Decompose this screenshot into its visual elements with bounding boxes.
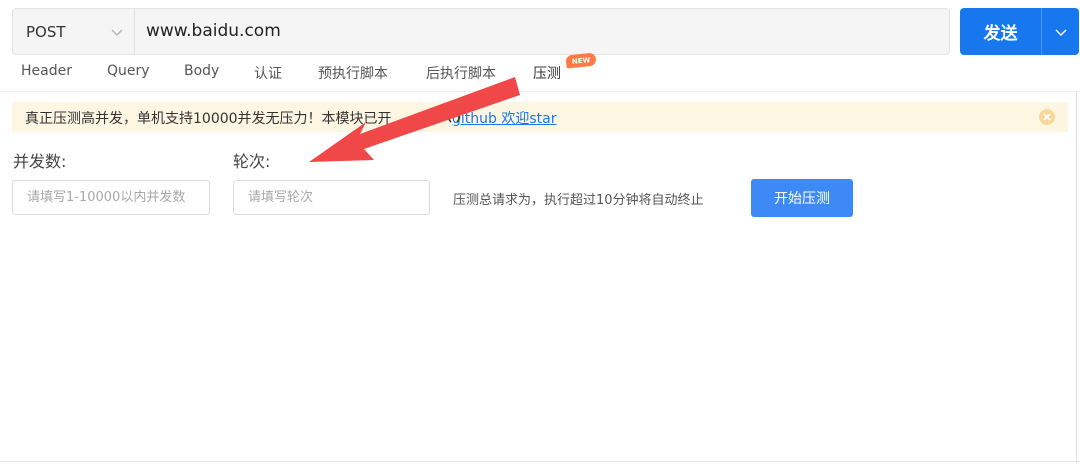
concurrency-label: 并发数: [13,152,67,171]
alert-message: 真正压测高并发，单机支持10000并发无压力！本模块已开 [25,111,392,127]
method-select[interactable]: POST [13,9,135,54]
github-link[interactable]: github 欢迎star [452,108,556,128]
tabs-divider [0,91,1080,92]
tab-header[interactable]: Header [21,63,72,79]
rounds-input[interactable] [233,180,430,215]
url-input[interactable]: www.baidu.com [146,21,281,41]
github-icon [447,112,461,123]
chevron-down-icon [1054,28,1067,36]
request-url-bar: POST www.baidu.com [12,8,950,55]
tab-auth[interactable]: 认证 [254,63,282,83]
panel-right-border [1076,92,1077,464]
tab-post-script[interactable]: 后执行脚本 [426,63,496,83]
tab-load-test[interactable]: 压测 [533,63,561,83]
load-test-hint: 压测总请求为，执行超过10分钟将自动终止 [453,193,704,208]
send-options-button[interactable] [1041,8,1079,55]
send-button[interactable]: 发送 [960,8,1041,55]
panel-bottom-border [0,461,1080,462]
concurrency-input[interactable] [12,180,210,215]
rounds-label: 轮次: [233,152,271,171]
method-value: POST [26,23,66,41]
close-circle-icon[interactable] [1038,108,1056,126]
tab-body[interactable]: Body [184,63,219,79]
start-load-test-button[interactable]: 开始压测 [751,179,853,217]
chevron-down-icon [111,29,123,36]
new-badge: NEW [565,52,597,69]
tab-query[interactable]: Query [107,63,150,79]
tab-pre-script[interactable]: 预执行脚本 [318,63,388,83]
